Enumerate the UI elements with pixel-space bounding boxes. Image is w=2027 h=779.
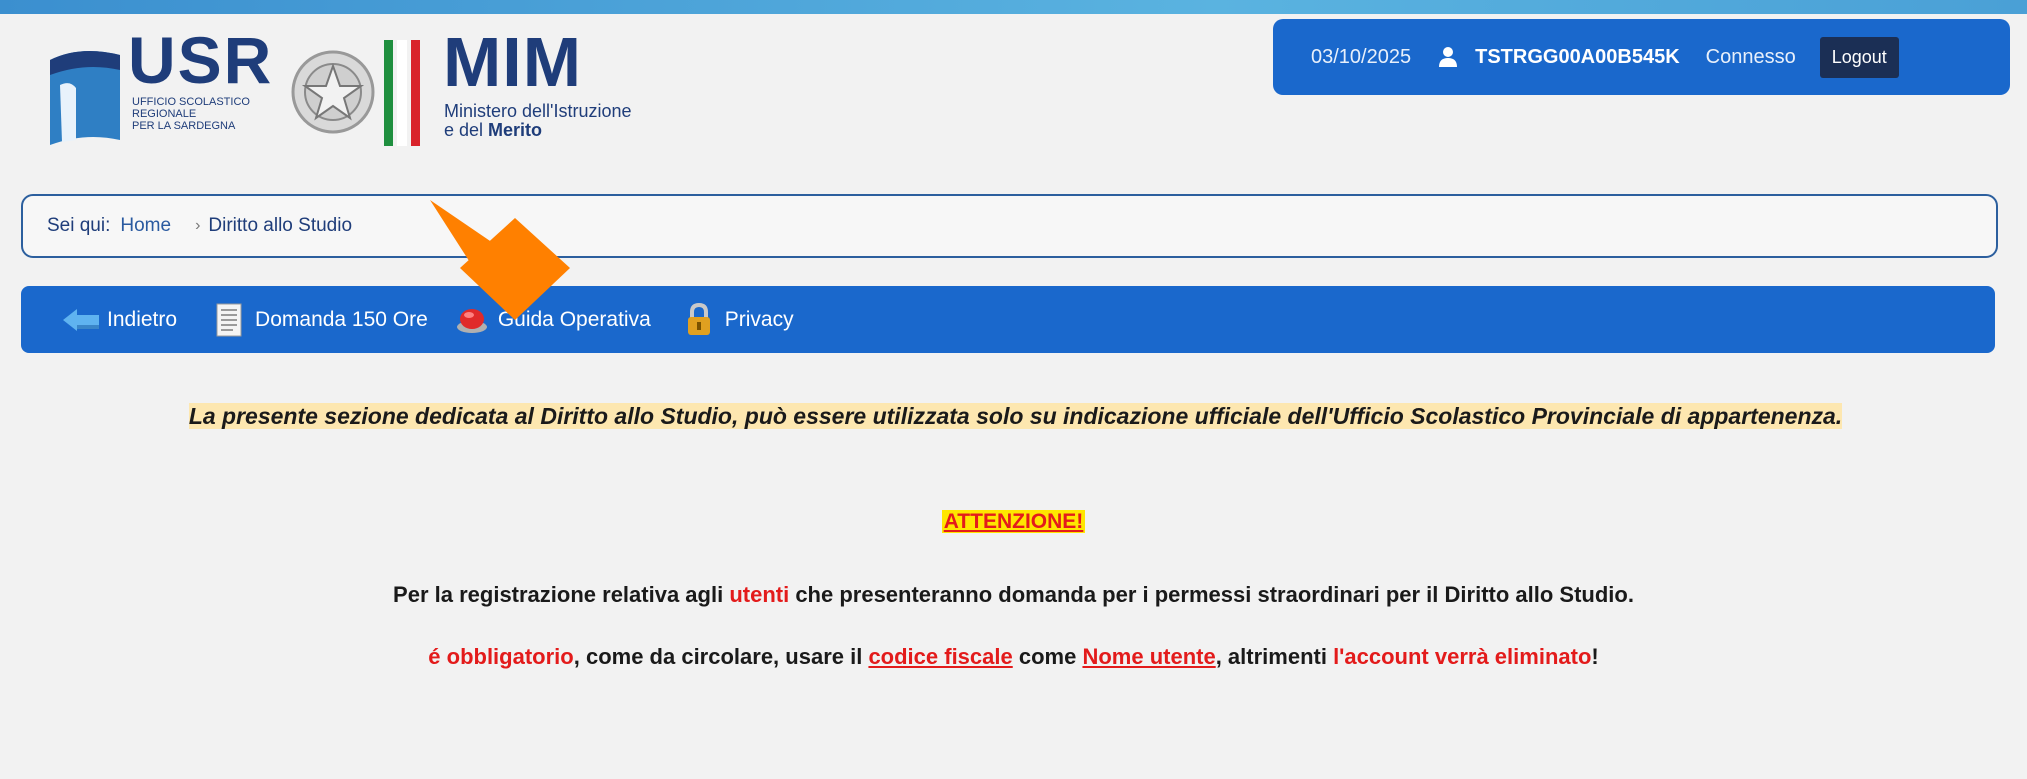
intro-notice: La presente sezione dedicata al Diritto … (188, 403, 1843, 429)
action-toolbar: Indietro Domanda 150 Ore Guida Operativa (21, 286, 1995, 353)
user-icon (1439, 47, 1458, 67)
user-id: TSTRGG00A00B545K (1475, 45, 1680, 68)
obligation-paragraph: é obbligatorio, come da circolare, usare… (428, 644, 1599, 669)
breadcrumb-label: Sei qui: (47, 215, 111, 236)
toolbar-back-button[interactable]: Indietro (61, 302, 177, 338)
logout-button[interactable]: Logout (1819, 36, 1899, 78)
mim-logo-text: MIM (443, 23, 583, 101)
toolbar-domanda-button[interactable]: Domanda 150 Ore (209, 302, 428, 338)
connection-status: Connesso (1705, 45, 1796, 68)
usr-subtitle: Ufficio Scolastico Regionale per la Sard… (132, 96, 250, 132)
user-session-box: 03/10/2025 TSTRGG00A00B545K Connesso Log… (1273, 19, 2010, 95)
usr-book-logo-icon (40, 40, 130, 155)
republic-emblem-icon (288, 36, 378, 153)
breadcrumb-separator: › (195, 217, 201, 234)
back-arrow-icon (61, 302, 101, 338)
breadcrumb-home-link[interactable]: Home (120, 215, 171, 237)
toolbar-privacy-button[interactable]: Privacy (679, 302, 794, 338)
registration-paragraph: Per la registrazione relativa agli utent… (393, 582, 1634, 607)
breadcrumb-current: Diritto allo Studio (208, 215, 353, 236)
attention-heading: ATTENZIONE! (941, 510, 1086, 533)
top-strip (0, 0, 2027, 14)
breadcrumb: Sei qui: Home › Diritto allo Studio (21, 194, 1998, 258)
italian-flag-icon (384, 40, 420, 146)
mim-subtitle: Ministero dell'Istruzione e del Merito (444, 101, 632, 140)
usr-logo-text: USR (128, 23, 274, 97)
document-icon (209, 302, 249, 338)
annotation-arrow-icon (420, 160, 590, 345)
session-date: 03/10/2025 (1311, 45, 1412, 68)
padlock-icon (679, 302, 719, 338)
